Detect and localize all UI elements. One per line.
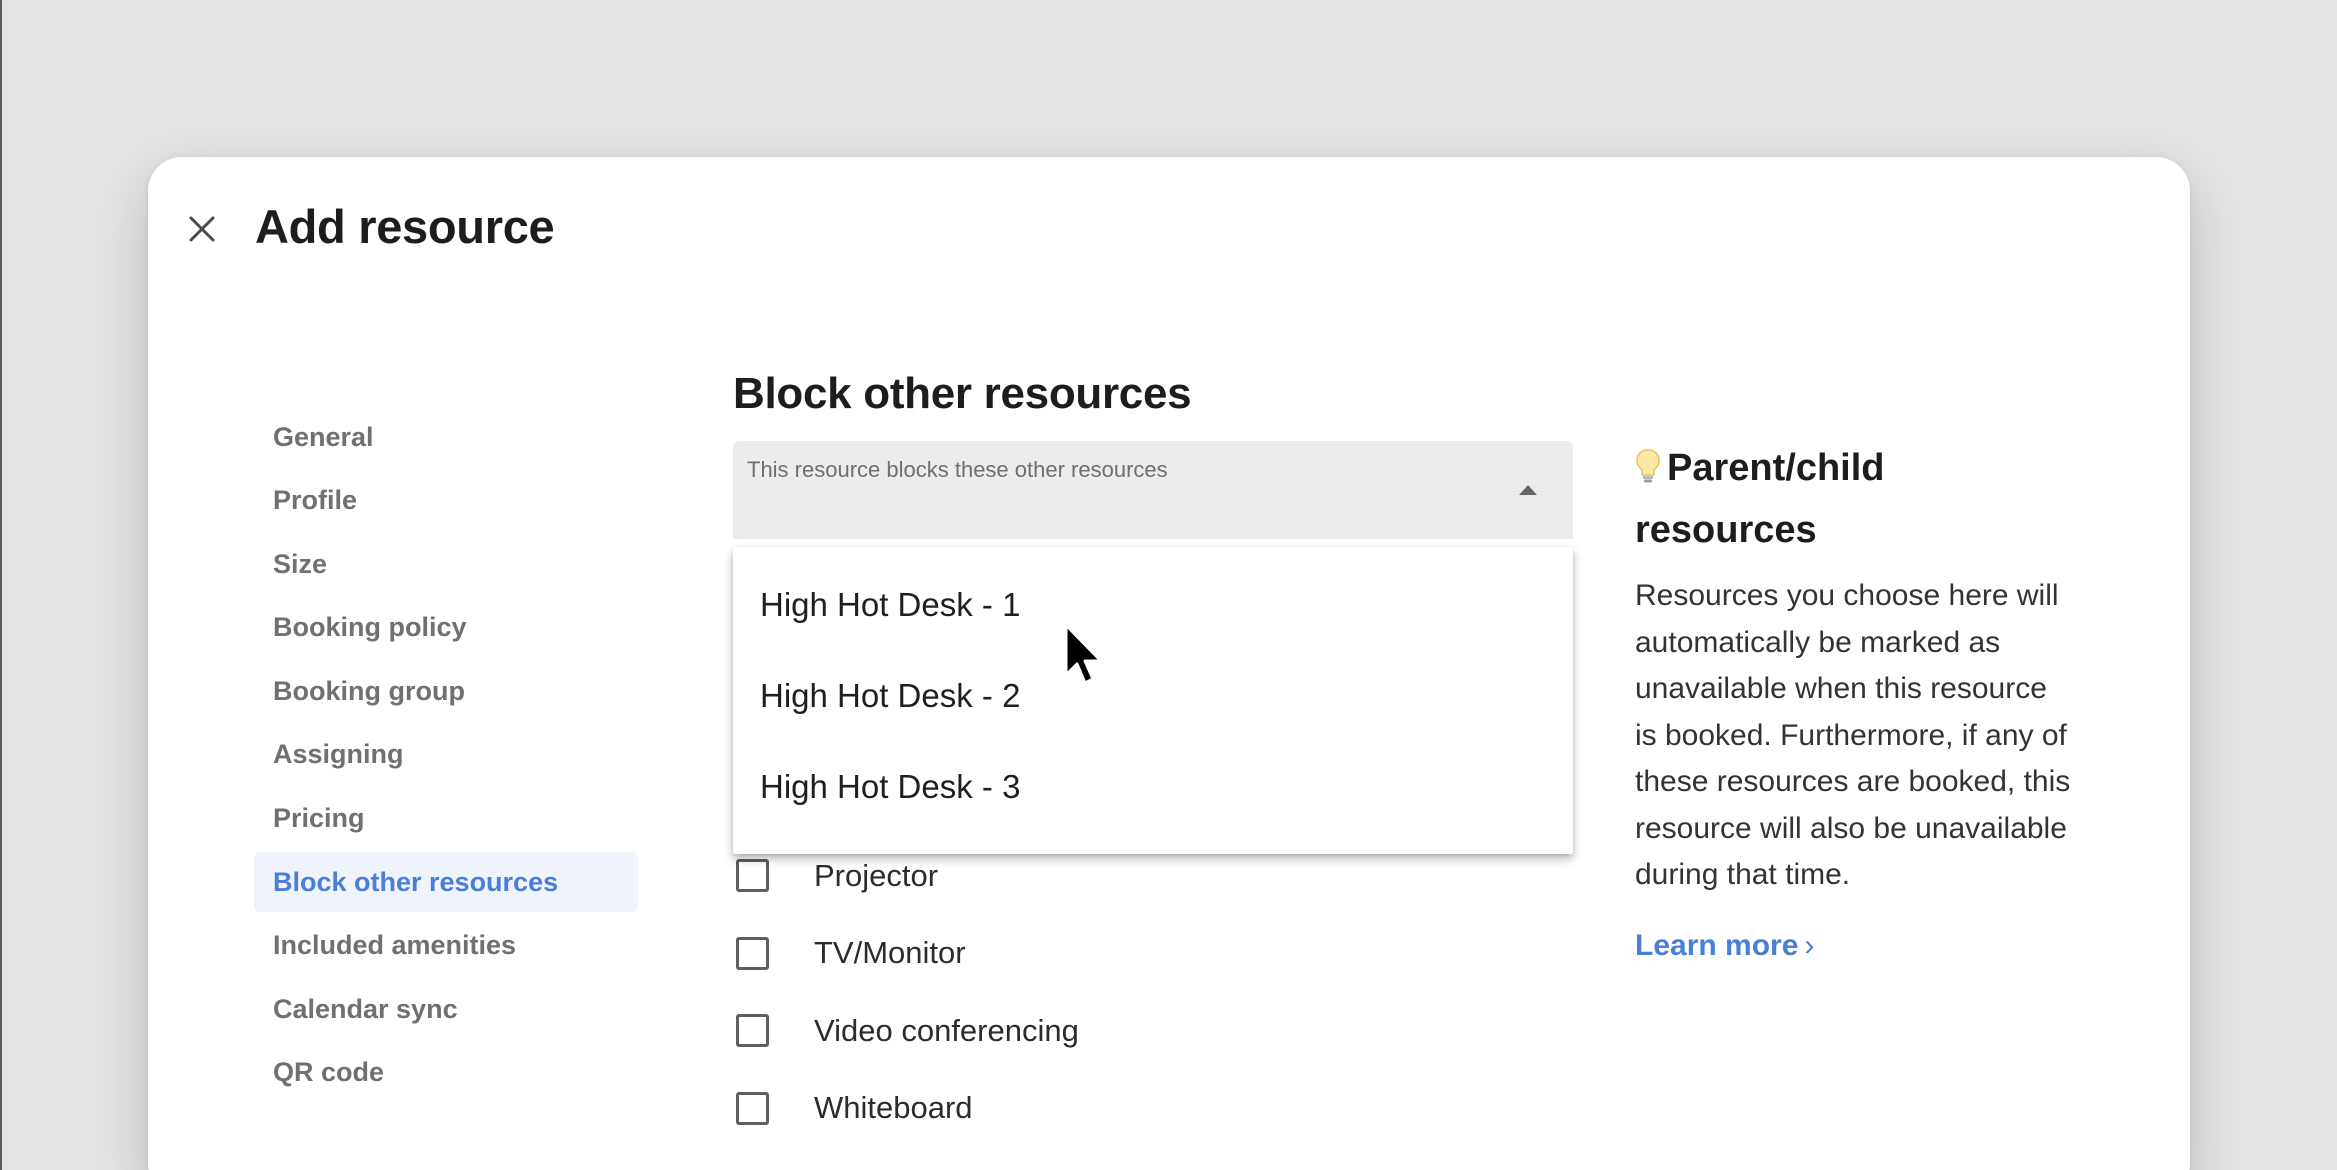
nav-item-included-amenities[interactable]: Included amenities	[254, 916, 638, 976]
amenity-video-conferencing[interactable]: Video conferencing	[736, 992, 1079, 1070]
info-panel: Parent/child resources Resources you cho…	[1635, 439, 2075, 963]
video-conferencing-checkbox[interactable]	[736, 1014, 769, 1048]
nav-item-qr-code[interactable]: QR code	[254, 1043, 638, 1103]
settings-nav: General Profile Size Booking policy Book…	[254, 407, 638, 1107]
modal-title: Add resource	[255, 200, 555, 253]
learn-more-label: Learn more	[1635, 928, 1799, 962]
nav-item-booking-policy[interactable]: Booking policy	[254, 598, 638, 658]
select-label: This resource blocks these other resourc…	[747, 457, 1168, 482]
blocked-resources-dropdown: High Hot Desk - 1 High Hot Desk - 2 High…	[733, 547, 1573, 854]
tv-monitor-checkbox[interactable]	[736, 936, 769, 970]
nav-item-pricing[interactable]: Pricing	[254, 789, 638, 849]
projector-checkbox[interactable]	[736, 859, 769, 893]
amenity-label: Whiteboard	[814, 1090, 973, 1126]
option-high-hot-desk-2[interactable]: High Hot Desk - 2	[733, 650, 1573, 741]
amenity-tv-monitor[interactable]: TV/Monitor	[736, 915, 1079, 993]
nav-item-assigning[interactable]: Assigning	[254, 725, 638, 785]
blocked-resources-select[interactable]: This resource blocks these other resourc…	[733, 441, 1573, 539]
info-title-text: Parent/child resources	[1635, 447, 1885, 551]
section-title: Block other resources	[733, 369, 1192, 418]
nav-item-calendar-sync[interactable]: Calendar sync	[254, 979, 638, 1039]
nav-item-general[interactable]: General	[254, 407, 638, 467]
window-edge	[0, 0, 2, 1170]
lightbulb-icon	[1635, 443, 1661, 501]
info-title: Parent/child resources	[1635, 439, 2075, 559]
close-icon	[189, 216, 215, 242]
info-body: Resources you choose here will automatic…	[1635, 579, 2071, 891]
learn-more-link[interactable]: Learn more ›	[1635, 929, 1814, 963]
amenities-list: Projector TV/Monitor Video conferencing …	[736, 837, 1079, 1147]
mouse-cursor-icon	[1064, 623, 1103, 685]
nav-item-size[interactable]: Size	[254, 534, 638, 594]
option-high-hot-desk-1[interactable]: High Hot Desk - 1	[733, 559, 1573, 650]
option-high-hot-desk-3[interactable]: High Hot Desk - 3	[733, 741, 1573, 832]
amenity-label: Video conferencing	[814, 1012, 1079, 1048]
close-button[interactable]	[182, 209, 222, 249]
nav-item-booking-group[interactable]: Booking group	[254, 661, 638, 721]
amenity-whiteboard[interactable]: Whiteboard	[736, 1070, 1079, 1148]
nav-item-block-other-resources[interactable]: Block other resources	[254, 852, 638, 913]
amenity-label: Projector	[814, 857, 939, 893]
caret-up-icon	[1519, 485, 1537, 495]
whiteboard-checkbox[interactable]	[736, 1091, 769, 1125]
chevron-right-icon: ›	[1804, 928, 1815, 962]
nav-item-profile[interactable]: Profile	[254, 471, 638, 531]
add-resource-modal: Add resource General Profile Size Bookin…	[148, 157, 2190, 1170]
amenity-label: TV/Monitor	[814, 935, 966, 971]
